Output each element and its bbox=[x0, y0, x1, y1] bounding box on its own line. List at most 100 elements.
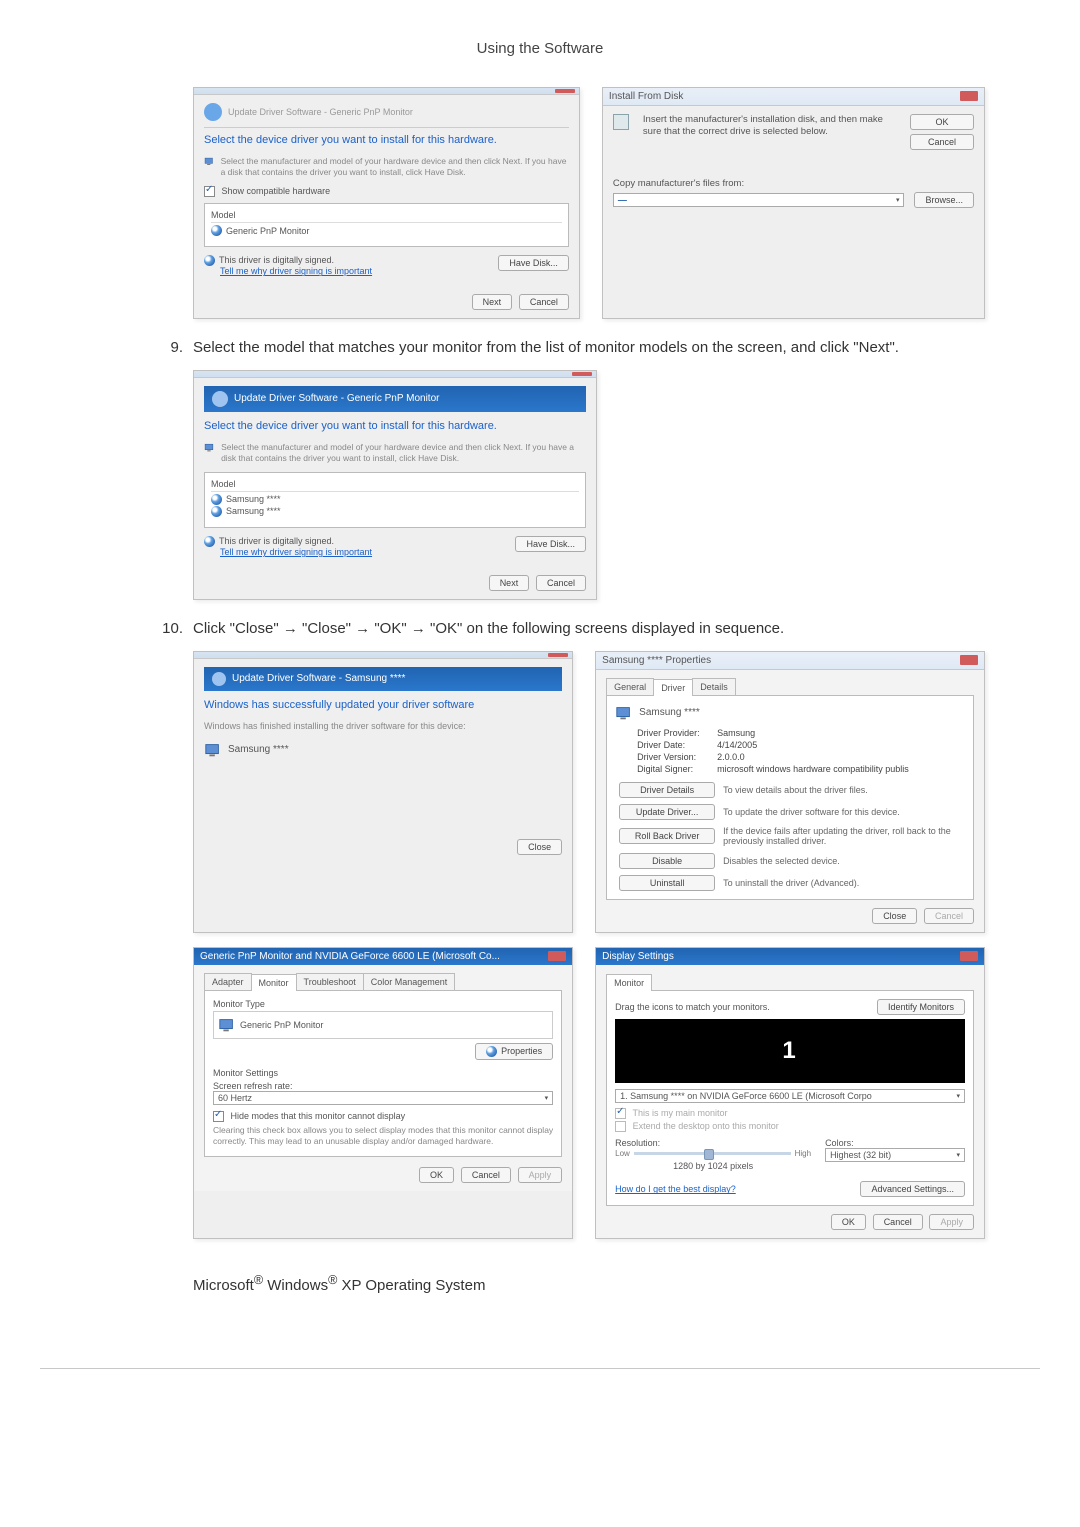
properties-button[interactable]: Properties bbox=[475, 1043, 553, 1060]
monitor-preview[interactable]: 1 bbox=[615, 1019, 965, 1083]
cancel-button[interactable]: Cancel bbox=[519, 294, 569, 310]
disable-desc: Disables the selected device. bbox=[723, 856, 840, 866]
disable-button[interactable]: Disable bbox=[619, 853, 715, 869]
colors-select[interactable]: Highest (32 bit)▾ bbox=[825, 1148, 965, 1162]
hide-modes-note: Clearing this check box allows you to se… bbox=[213, 1125, 553, 1147]
hide-modes-label: Hide modes that this monitor cannot disp… bbox=[231, 1111, 406, 1121]
shield-icon bbox=[211, 494, 222, 505]
display-settings-dialog: Display Settings Monitor Drag the icons … bbox=[595, 947, 985, 1239]
cancel-button[interactable]: Cancel bbox=[461, 1167, 511, 1183]
cancel-button[interactable]: Cancel bbox=[536, 575, 586, 591]
dialog-subtext: Select the manufacturer and model of you… bbox=[221, 156, 569, 178]
driver-details-desc: To view details about the driver files. bbox=[723, 785, 868, 795]
close-icon[interactable] bbox=[555, 89, 575, 93]
colors-label: Colors: bbox=[825, 1138, 965, 1148]
close-icon[interactable] bbox=[548, 653, 568, 657]
ok-button[interactable]: OK bbox=[419, 1167, 454, 1183]
signed-text: This driver is digitally signed. bbox=[219, 536, 334, 546]
ok-button[interactable]: OK bbox=[831, 1214, 866, 1230]
slider-low-label: Low bbox=[615, 1149, 630, 1158]
model-item[interactable]: Samsung **** bbox=[211, 506, 579, 517]
identify-monitors-button[interactable]: Identify Monitors bbox=[877, 999, 965, 1015]
cancel-button: Cancel bbox=[924, 908, 974, 924]
main-monitor-label: This is my main monitor bbox=[633, 1108, 728, 1118]
main-monitor-checkbox bbox=[615, 1108, 626, 1119]
cancel-button[interactable]: Cancel bbox=[910, 134, 974, 150]
resolution-value: 1280 by 1024 pixels bbox=[615, 1161, 811, 1171]
apply-button: Apply bbox=[929, 1214, 974, 1230]
dialog-title: Display Settings bbox=[602, 951, 674, 962]
slider-high-label: High bbox=[795, 1149, 811, 1158]
refresh-rate-value: 60 Hertz bbox=[218, 1093, 252, 1103]
signing-link[interactable]: Tell me why driver signing is important bbox=[220, 266, 372, 276]
resolution-slider[interactable] bbox=[634, 1152, 791, 1155]
extend-checkbox bbox=[615, 1121, 626, 1132]
tab-monitor[interactable]: Monitor bbox=[606, 974, 652, 991]
close-icon[interactable] bbox=[572, 372, 592, 376]
uninstall-desc: To uninstall the driver (Advanced). bbox=[723, 878, 859, 888]
close-icon[interactable] bbox=[548, 951, 566, 961]
provider-label: Driver Provider: bbox=[637, 728, 717, 738]
roll-back-desc: If the device fails after updating the d… bbox=[723, 826, 965, 848]
update-success-dialog: Update Driver Software - Samsung **** Wi… bbox=[193, 651, 573, 934]
browse-button[interactable]: Browse... bbox=[914, 192, 974, 208]
signing-link[interactable]: Tell me why driver signing is important bbox=[220, 547, 372, 557]
tab-details[interactable]: Details bbox=[692, 678, 736, 695]
next-button[interactable]: Next bbox=[472, 294, 513, 310]
copy-from-combo[interactable]: —▾ bbox=[613, 193, 905, 207]
uninstall-button[interactable]: Uninstall bbox=[619, 875, 715, 891]
date-label: Driver Date: bbox=[637, 740, 717, 750]
model-item-label: Samsung **** bbox=[226, 494, 281, 504]
close-icon[interactable] bbox=[960, 951, 978, 961]
refresh-rate-select[interactable]: 60 Hertz▾ bbox=[213, 1091, 553, 1105]
shield-icon bbox=[211, 506, 222, 517]
dialog-title: Install From Disk bbox=[609, 91, 683, 102]
signed-text: This driver is digitally signed. bbox=[219, 255, 334, 265]
page-title: Using the Software bbox=[55, 40, 1025, 57]
dialog-subtext: Select the manufacturer and model of you… bbox=[221, 442, 586, 464]
shield-icon bbox=[211, 225, 222, 236]
model-column-header: Model bbox=[211, 210, 562, 223]
hide-modes-checkbox[interactable] bbox=[213, 1111, 224, 1122]
tab-driver[interactable]: Driver bbox=[653, 679, 693, 696]
have-disk-button[interactable]: Have Disk... bbox=[515, 536, 586, 552]
model-item[interactable]: Samsung **** bbox=[211, 494, 579, 505]
close-button[interactable]: Close bbox=[517, 839, 562, 855]
update-driver-desc: To update the driver software for this d… bbox=[723, 807, 900, 817]
show-compatible-label: Show compatible hardware bbox=[222, 186, 331, 196]
close-icon[interactable] bbox=[960, 655, 978, 665]
device-icon bbox=[204, 156, 215, 174]
model-column-header: Model bbox=[211, 479, 579, 492]
shield-icon bbox=[486, 1046, 497, 1057]
driver-details-button[interactable]: Driver Details bbox=[619, 782, 715, 798]
next-button[interactable]: Next bbox=[489, 575, 530, 591]
version-value: 2.0.0.0 bbox=[717, 752, 745, 762]
tab-adapter[interactable]: Adapter bbox=[204, 973, 252, 990]
adapter-select[interactable]: 1. Samsung **** on NVIDIA GeForce 6600 L… bbox=[615, 1089, 965, 1103]
cancel-button[interactable]: Cancel bbox=[873, 1214, 923, 1230]
step-number: 9. bbox=[145, 337, 193, 360]
best-display-link[interactable]: How do I get the best display? bbox=[615, 1184, 736, 1194]
dialog-title: Generic PnP Monitor and NVIDIA GeForce 6… bbox=[200, 951, 500, 962]
close-button[interactable]: Close bbox=[872, 908, 917, 924]
dialog-heading: Select the device driver you want to ins… bbox=[204, 134, 569, 146]
ok-button[interactable]: OK bbox=[910, 114, 974, 130]
tab-troubleshoot[interactable]: Troubleshoot bbox=[296, 973, 364, 990]
device-name: Samsung **** bbox=[228, 744, 289, 755]
step-text: Click "Close" → "Close" → "OK" → "OK" on… bbox=[193, 618, 1025, 641]
update-driver-button[interactable]: Update Driver... bbox=[619, 804, 715, 820]
tab-color-mgmt[interactable]: Color Management bbox=[363, 973, 456, 990]
device-icon bbox=[204, 442, 215, 460]
device-name: Samsung **** bbox=[639, 707, 700, 718]
advanced-settings-button[interactable]: Advanced Settings... bbox=[860, 1181, 965, 1197]
show-compatible-checkbox[interactable] bbox=[204, 186, 215, 197]
device-icon bbox=[218, 1016, 236, 1034]
tab-general[interactable]: General bbox=[606, 678, 654, 695]
close-icon[interactable] bbox=[960, 91, 978, 101]
roll-back-button[interactable]: Roll Back Driver bbox=[619, 828, 715, 844]
tab-monitor[interactable]: Monitor bbox=[251, 974, 297, 991]
footer-rule bbox=[40, 1368, 1040, 1369]
model-item[interactable]: Generic PnP Monitor bbox=[211, 225, 562, 236]
have-disk-button[interactable]: Have Disk... bbox=[498, 255, 569, 271]
update-driver-have-disk-dialog: Update Driver Software - Generic PnP Mon… bbox=[193, 87, 580, 319]
